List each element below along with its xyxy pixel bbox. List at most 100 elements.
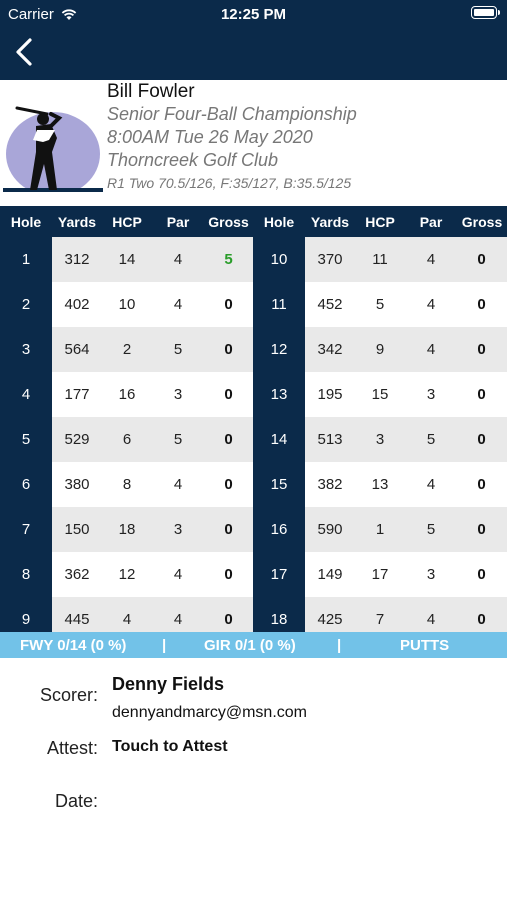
par-cell: 5 xyxy=(426,431,436,448)
stats-separator: | xyxy=(162,637,167,654)
attest-button[interactable]: Touch to Attest xyxy=(112,738,228,756)
gross-score-cell[interactable]: 0 xyxy=(204,597,253,632)
gross-score-cell[interactable]: 0 xyxy=(204,372,253,417)
stats-bar: FWY 0/14 (0 %) | GIR 0/1 (0 %) | PUTTS xyxy=(0,632,507,658)
par-cell: 4 xyxy=(173,611,183,628)
hcp-cell: 5 xyxy=(375,296,385,313)
column-header-hole: Hole xyxy=(0,206,52,237)
hcp-cell: 7 xyxy=(375,611,385,628)
chevron-left-icon xyxy=(16,38,32,66)
scorer-name: Denny Fields xyxy=(112,674,225,694)
gross-score-cell[interactable]: 0 xyxy=(457,237,506,282)
hole-cell: 1 xyxy=(21,251,31,268)
yards-cell: 370 xyxy=(317,251,343,268)
hole-cell: 4 xyxy=(21,386,31,403)
yards-cell: 362 xyxy=(64,566,90,583)
scorer-email: dennyandmarcy@msn.com xyxy=(112,704,307,721)
gross-score-cell[interactable]: 0 xyxy=(457,507,506,552)
scorecard-table: Hole Yards HCP Par Gross 1 312 14 4 5 2 402 10 4 0 3 564… xyxy=(0,206,507,632)
yards-cell: 177 xyxy=(64,386,90,403)
putts-stat: PUTTS xyxy=(400,637,450,654)
par-cell: 4 xyxy=(173,296,183,313)
yards-cell: 445 xyxy=(64,611,90,628)
gross-score-cell[interactable]: 5 xyxy=(204,237,253,282)
hole-cell: 13 xyxy=(270,386,288,403)
par-cell: 5 xyxy=(426,521,436,538)
column-header-par: Par xyxy=(405,206,457,237)
par-cell: 3 xyxy=(426,386,436,403)
hcp-cell: 9 xyxy=(375,341,385,358)
yards-cell: 342 xyxy=(317,341,343,358)
hole-cell: 16 xyxy=(270,521,288,538)
hcp-cell: 8 xyxy=(122,476,132,493)
gir-stat: GIR 0/1 (0 %) xyxy=(204,637,296,654)
par-cell: 3 xyxy=(173,386,183,403)
hole-cell: 8 xyxy=(21,566,31,583)
player-name: Bill Fowler xyxy=(107,81,195,102)
par-cell: 4 xyxy=(426,341,436,358)
hcp-cell: 13 xyxy=(371,476,389,493)
column-header-yards: Yards xyxy=(52,206,102,237)
hole-cell: 5 xyxy=(21,431,31,448)
par-cell: 5 xyxy=(173,341,183,358)
column-header-hcp: HCP xyxy=(355,206,405,237)
yards-cell: 529 xyxy=(64,431,90,448)
hcp-cell: 14 xyxy=(118,251,136,268)
gross-score-cell[interactable]: 0 xyxy=(457,552,506,597)
club-name: Thorncreek Golf Club xyxy=(107,150,279,170)
hole-cell: 9 xyxy=(21,611,31,628)
hcp-cell: 11 xyxy=(372,251,388,268)
hole-cell: 12 xyxy=(270,341,288,358)
hole-cell: 3 xyxy=(21,341,31,358)
par-cell: 5 xyxy=(173,431,183,448)
yards-cell: 402 xyxy=(64,296,90,313)
gross-score-cell[interactable]: 0 xyxy=(457,327,506,372)
column-header-hcp: HCP xyxy=(102,206,152,237)
yards-cell: 195 xyxy=(317,386,343,403)
gross-score-cell[interactable]: 0 xyxy=(457,462,506,507)
attest-label: Attest: xyxy=(46,738,98,758)
par-cell: 4 xyxy=(173,476,183,493)
hole-cell: 10 xyxy=(270,251,288,268)
gross-score-cell[interactable]: 0 xyxy=(204,462,253,507)
gross-score-cell[interactable]: 0 xyxy=(204,327,253,372)
column-header-gross: Gross xyxy=(204,206,253,237)
hole-cell: 17 xyxy=(270,566,288,583)
hole-cell: 15 xyxy=(270,476,288,493)
hcp-cell: 15 xyxy=(371,386,389,403)
yards-cell: 590 xyxy=(317,521,343,538)
back-button[interactable] xyxy=(8,34,42,70)
course-rating: R1 Two 70.5/126, F:35/127, B:35.5/125 xyxy=(107,175,352,191)
hcp-cell: 4 xyxy=(122,611,132,628)
yards-cell: 150 xyxy=(64,521,90,538)
par-cell: 4 xyxy=(173,566,183,583)
nav-bar: Carrier 12:25 PM xyxy=(0,0,507,80)
par-cell: 4 xyxy=(426,611,436,628)
yards-cell: 425 xyxy=(317,611,343,628)
gross-score-cell[interactable]: 0 xyxy=(204,552,253,597)
par-cell: 4 xyxy=(173,251,183,268)
hcp-cell: 12 xyxy=(118,566,136,583)
hole-cell: 7 xyxy=(21,521,31,538)
hole-cell: 2 xyxy=(21,296,31,313)
hole-cell: 14 xyxy=(270,431,288,448)
gross-score-cell[interactable]: 0 xyxy=(204,282,253,327)
yards-cell: 312 xyxy=(64,251,90,268)
gross-score-cell[interactable]: 0 xyxy=(457,597,506,632)
hcp-cell: 1 xyxy=(375,521,385,538)
par-cell: 4 xyxy=(426,296,436,313)
tee-time: 8:00AM Tue 26 May 2020 xyxy=(107,127,313,147)
par-cell: 4 xyxy=(426,251,436,268)
gross-score-cell[interactable]: 0 xyxy=(457,417,506,462)
yards-cell: 380 xyxy=(64,476,90,493)
hcp-cell: 2 xyxy=(122,341,132,358)
gross-score-cell[interactable]: 0 xyxy=(204,507,253,552)
column-header-hole: Hole xyxy=(253,206,305,237)
date-label: Date: xyxy=(54,791,98,811)
column-header-par: Par xyxy=(152,206,204,237)
gross-score-cell[interactable]: 0 xyxy=(457,282,506,327)
gross-score-cell[interactable]: 0 xyxy=(204,417,253,462)
gross-score-cell[interactable]: 0 xyxy=(457,372,506,417)
hcp-cell: 18 xyxy=(118,521,136,538)
par-cell: 4 xyxy=(426,476,436,493)
